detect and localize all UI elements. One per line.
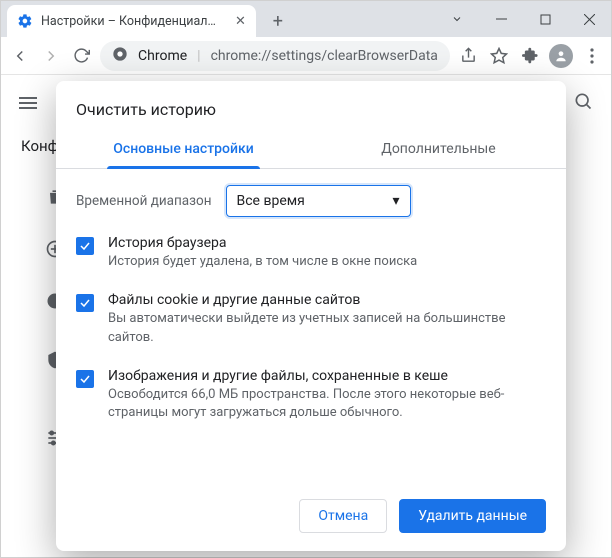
checkbox-history[interactable] bbox=[76, 237, 94, 255]
close-window-icon[interactable] bbox=[567, 1, 611, 37]
option-cookies-title: Файлы cookie и другие данные сайтов bbox=[108, 292, 546, 308]
profile-avatar[interactable] bbox=[549, 41, 574, 71]
checkbox-cookies[interactable] bbox=[76, 294, 94, 312]
minimize-icon[interactable] bbox=[479, 1, 523, 37]
address-bar[interactable]: Chrome | chrome://settings/clearBrowserD… bbox=[100, 41, 450, 71]
hamburger-menu-icon[interactable] bbox=[19, 94, 37, 112]
clear-browsing-data-dialog: Очистить историю Основные настройки Допо… bbox=[56, 81, 566, 551]
url-host: Chrome bbox=[138, 48, 187, 64]
reload-button[interactable] bbox=[69, 41, 94, 71]
url-path: chrome://settings/clearBrowserData bbox=[211, 48, 438, 64]
option-cache-title: Изображения и другие файлы, сохраненные … bbox=[108, 368, 546, 384]
option-history-title: История браузера bbox=[108, 235, 417, 251]
share-icon[interactable] bbox=[456, 41, 481, 71]
tab-advanced[interactable]: Дополнительные bbox=[311, 129, 566, 168]
kebab-menu-icon[interactable] bbox=[580, 41, 605, 71]
option-history-desc: История будет удалена, в том числе в окн… bbox=[108, 253, 417, 272]
extensions-icon[interactable] bbox=[518, 41, 543, 71]
option-cookies-desc: Вы автоматически выйдете из учетных запи… bbox=[108, 310, 546, 348]
maximize-icon[interactable] bbox=[523, 1, 567, 37]
close-tab-icon[interactable]: ✕ bbox=[235, 14, 246, 29]
dialog-title: Очистить историю bbox=[56, 81, 566, 129]
search-icon[interactable] bbox=[573, 91, 593, 115]
new-tab-button[interactable]: + bbox=[264, 7, 292, 35]
option-cache-desc: Освободится 66,0 МБ пространства. После … bbox=[108, 386, 546, 424]
back-button[interactable] bbox=[7, 41, 32, 71]
forward-button bbox=[38, 41, 63, 71]
time-range-select[interactable]: Все время ▾ bbox=[226, 185, 411, 217]
bookmark-star-icon[interactable] bbox=[487, 41, 512, 71]
time-range-value: Все время bbox=[237, 193, 305, 209]
chevron-down-icon[interactable] bbox=[435, 1, 479, 37]
gear-icon bbox=[17, 13, 33, 29]
browser-tab[interactable]: Настройки – Конфиденциально ✕ bbox=[7, 5, 256, 37]
chrome-logo-icon bbox=[112, 46, 128, 66]
time-range-label: Временной диапазон bbox=[76, 193, 212, 209]
caret-down-icon: ▾ bbox=[392, 193, 399, 209]
cancel-button[interactable]: Отмена bbox=[299, 499, 387, 533]
delete-data-button[interactable]: Удалить данные bbox=[399, 499, 546, 533]
checkbox-cache[interactable] bbox=[76, 370, 94, 388]
tab-title: Настройки – Конфиденциально bbox=[41, 14, 221, 29]
tab-basic[interactable]: Основные настройки bbox=[56, 129, 311, 168]
